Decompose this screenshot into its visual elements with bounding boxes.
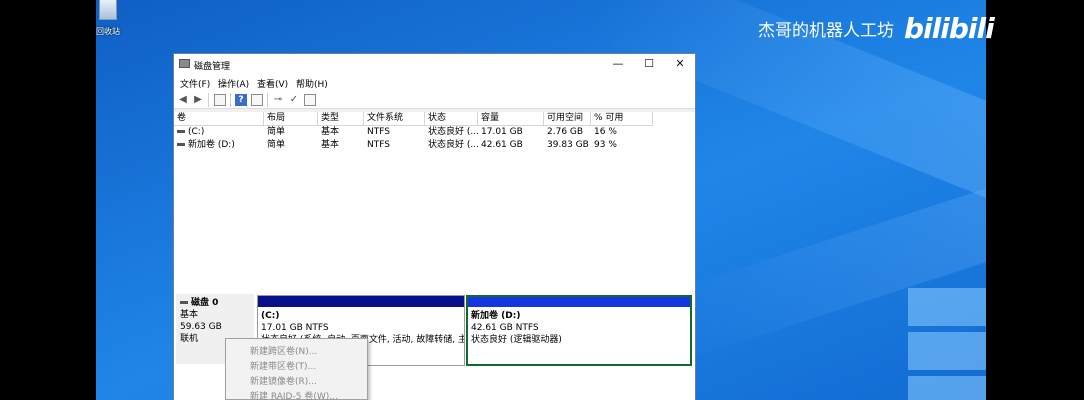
primary-partition-bar bbox=[258, 296, 464, 307]
minimize-button[interactable]: — bbox=[610, 57, 626, 71]
column-capacity[interactable]: 容量 bbox=[478, 112, 544, 126]
menu-item-new-spanned-volume[interactable]: 新建跨区卷(N)... bbox=[250, 344, 317, 357]
volume-name-cell: 新加卷 (D:) bbox=[174, 139, 264, 152]
check-icon[interactable]: ✓ bbox=[288, 94, 300, 106]
logical-drive-bar bbox=[468, 297, 690, 307]
window-title: 磁盘管理 bbox=[194, 62, 231, 72]
close-button[interactable]: ✕ bbox=[672, 57, 688, 71]
properties-icon[interactable] bbox=[251, 94, 263, 106]
menu-help[interactable]: 帮助(H) bbox=[296, 77, 328, 90]
filesystem-cell: NTFS bbox=[367, 127, 390, 137]
context-menu: 新建跨区卷(N)... 新建带区卷(T)... 新建镜像卷(R)... 新建 R… bbox=[225, 338, 368, 400]
watermark-text: 杰哥的机器人工坊 bbox=[758, 21, 894, 41]
column-percent-free[interactable]: % 可用 bbox=[591, 112, 653, 126]
toolbar-separator bbox=[208, 93, 209, 107]
disk-management-icon bbox=[179, 59, 190, 68]
column-volume[interactable]: 卷 bbox=[174, 112, 264, 126]
partition-d[interactable]: 新加卷 (D:) 42.61 GB NTFS 状态良好 (逻辑驱动器) bbox=[466, 295, 692, 366]
column-filesystem[interactable]: 文件系统 bbox=[364, 112, 425, 126]
disk-size: 59.63 GB bbox=[180, 322, 222, 332]
partition-label: 新加卷 (D:) bbox=[471, 311, 521, 321]
percent-free-cell: 16 % bbox=[594, 127, 617, 137]
partition-label: (C:) bbox=[261, 311, 280, 321]
title-bar[interactable]: 磁盘管理 — ☐ ✕ bbox=[174, 54, 695, 74]
windows-logo-pane bbox=[908, 332, 986, 370]
status-cell: 状态良好 (... bbox=[428, 127, 478, 137]
toolbar-separator bbox=[267, 93, 268, 107]
drive-icon bbox=[177, 143, 185, 146]
recycle-bin-icon bbox=[99, 0, 117, 20]
column-type[interactable]: 类型 bbox=[318, 112, 364, 126]
menu-bar: 文件(F) 操作(A) 查看(V) 帮助(H) bbox=[174, 74, 695, 91]
windows-logo-pane bbox=[908, 288, 986, 326]
free-space-cell: 2.76 GB bbox=[547, 127, 584, 137]
recycle-bin-shortcut[interactable]: 回收站 bbox=[96, 0, 124, 38]
connect-icon[interactable]: ⊸ bbox=[272, 94, 284, 106]
type-cell: 基本 bbox=[321, 140, 340, 150]
menu-item-new-mirrored-volume[interactable]: 新建镜像卷(R)... bbox=[250, 374, 317, 387]
menu-action[interactable]: 操作(A) bbox=[218, 77, 249, 90]
menu-item-new-striped-volume[interactable]: 新建带区卷(T)... bbox=[250, 359, 316, 372]
back-arrow-icon[interactable]: ◀ bbox=[177, 94, 189, 106]
capacity-cell: 42.61 GB bbox=[481, 140, 523, 150]
percent-free-cell: 93 % bbox=[594, 140, 617, 150]
type-cell: 基本 bbox=[321, 127, 340, 137]
volume-name-cell: (C:) bbox=[174, 126, 264, 139]
help-icon[interactable]: ? bbox=[235, 94, 247, 106]
partition-size: 42.61 GB NTFS bbox=[471, 323, 539, 333]
disk-type: 基本 bbox=[180, 310, 199, 320]
settings-panel-icon[interactable] bbox=[304, 94, 316, 106]
drive-icon bbox=[177, 130, 185, 133]
toolbar: ◀ ▶ ? ⊸ ✓ bbox=[174, 91, 695, 109]
layout-cell: 简单 bbox=[267, 127, 286, 137]
capacity-cell: 17.01 GB bbox=[481, 127, 523, 137]
disk-name: 磁盘 0 bbox=[180, 297, 250, 309]
recycle-bin-label: 回收站 bbox=[96, 27, 120, 36]
column-layout[interactable]: 布局 bbox=[264, 112, 318, 126]
console-tree-icon[interactable] bbox=[214, 94, 226, 106]
toolbar-separator bbox=[230, 93, 231, 107]
maximize-button[interactable]: ☐ bbox=[641, 57, 657, 71]
column-free-space[interactable]: 可用空间 bbox=[544, 112, 591, 126]
menu-view[interactable]: 查看(V) bbox=[257, 77, 288, 90]
partition-status: 状态良好 (逻辑驱动器) bbox=[471, 335, 562, 345]
disk-icon bbox=[180, 301, 188, 304]
partition-size: 17.01 GB NTFS bbox=[261, 323, 329, 333]
free-space-cell: 39.83 GB bbox=[547, 140, 589, 150]
forward-arrow-icon[interactable]: ▶ bbox=[192, 94, 204, 106]
layout-cell: 简单 bbox=[267, 140, 286, 150]
status-cell: 状态良好 (... bbox=[428, 140, 478, 150]
filesystem-cell: NTFS bbox=[367, 140, 390, 150]
menu-file[interactable]: 文件(F) bbox=[180, 77, 210, 90]
column-status[interactable]: 状态 bbox=[425, 112, 478, 126]
bilibili-logo: bilibili bbox=[904, 12, 995, 45]
windows-logo-pane bbox=[908, 376, 986, 400]
menu-item-new-raid5-volume[interactable]: 新建 RAID-5 卷(W)... bbox=[250, 389, 338, 400]
